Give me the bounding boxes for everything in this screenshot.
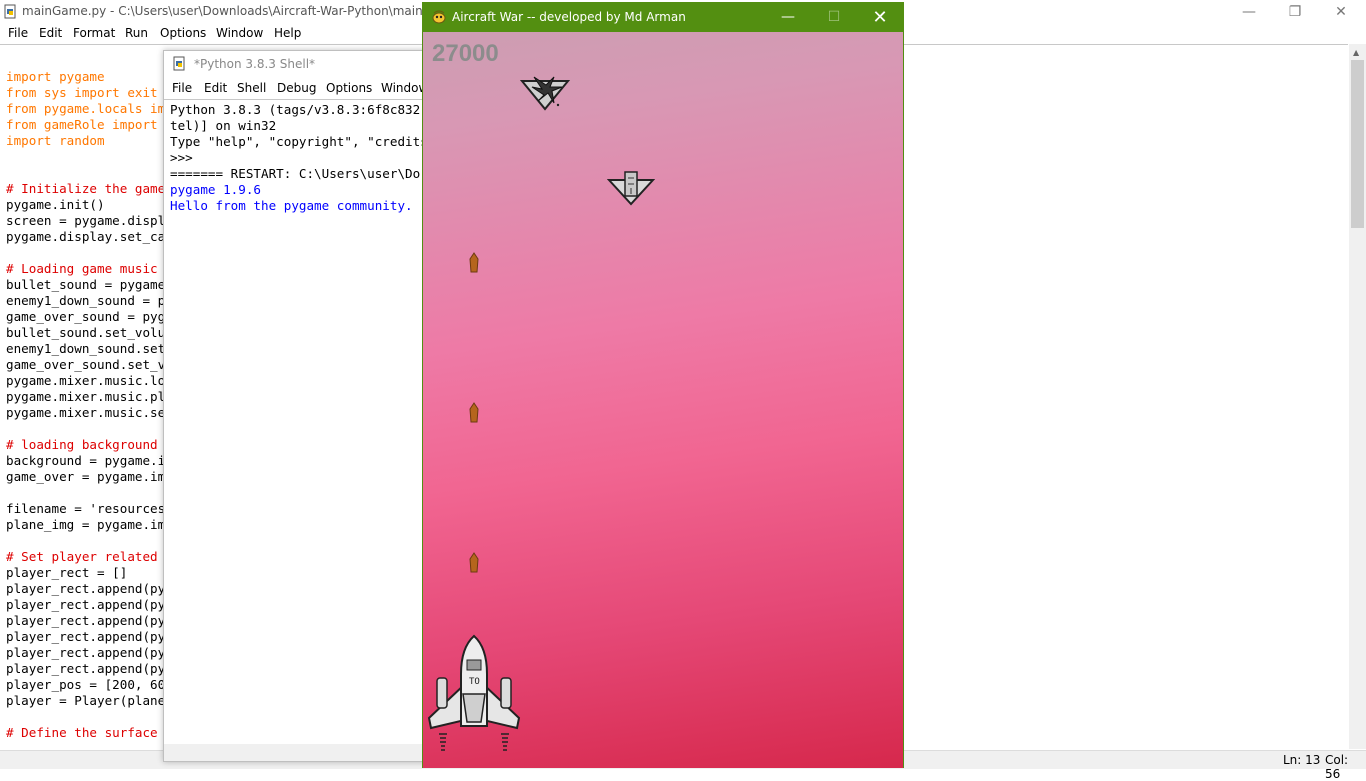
editor-vertical-scrollbar[interactable]: ▲ xyxy=(1349,44,1366,749)
code-line: player_rect.append(pyg xyxy=(6,581,173,596)
shell-output-line: >>> xyxy=(170,150,201,165)
code-line: pygame.display.set_cap xyxy=(6,229,173,244)
shell-menu-shell[interactable]: Shell xyxy=(237,81,266,95)
game-canvas[interactable]: 27000 TO xyxy=(423,32,903,768)
idle-file-icon xyxy=(4,4,16,19)
status-column: Col: 56 xyxy=(1325,753,1349,781)
close-button[interactable]: ✕ xyxy=(1318,0,1364,23)
game-maximize-button[interactable]: ☐ xyxy=(811,2,857,32)
shell-title: *Python 3.8.3 Shell* xyxy=(194,57,316,71)
shell-output-line: Hello from the pygame community. xyxy=(170,198,413,213)
code-line: # Define the surface xyxy=(6,725,158,740)
code-line: # loading background xyxy=(6,437,158,452)
python-shell-window[interactable]: *Python 3.8.3 Shell* File Edit Shell Deb… xyxy=(163,50,427,762)
shell-horizontal-scrollbar[interactable] xyxy=(164,744,426,761)
menu-options[interactable]: Options xyxy=(160,26,206,40)
enemy-plane-exploding xyxy=(520,76,570,111)
game-close-button[interactable]: ✕ xyxy=(857,2,903,32)
game-minimize-button[interactable]: — xyxy=(765,2,811,32)
code-line: bullet_sound.set_volume xyxy=(6,325,181,340)
code-line: pygame.mixer.music.set xyxy=(6,405,173,420)
menu-window[interactable]: Window xyxy=(216,26,263,40)
game-titlebar[interactable]: Aircraft War -- developed by Md Arman — … xyxy=(422,2,904,32)
code-line: plane_img = pygame.ima xyxy=(6,517,173,532)
code-line: player_rect.append(pyg xyxy=(6,661,173,676)
code-line: enemy1_down_sound.set_ xyxy=(6,341,173,356)
code-line: player_pos = [200, 600 xyxy=(6,677,173,692)
code-line: # Set player related xyxy=(6,549,158,564)
shell-titlebar[interactable]: *Python 3.8.3 Shell* xyxy=(164,51,426,76)
code-line: filename = 'resources xyxy=(6,501,166,516)
score-display: 27000 xyxy=(432,40,499,67)
code-line: # Loading game music xyxy=(6,261,158,276)
shell-menu-debug[interactable]: Debug xyxy=(277,81,316,95)
pygame-window[interactable]: Aircraft War -- developed by Md Arman — … xyxy=(422,2,904,768)
menu-run[interactable]: Run xyxy=(125,26,148,40)
code-line: enemy1_down_sound = pyg xyxy=(6,293,181,308)
code-line: import pygame xyxy=(6,69,105,84)
scroll-up-arrow-icon[interactable]: ▲ xyxy=(1353,48,1359,57)
code-line: player_rect.append(pyg xyxy=(6,613,173,628)
shell-menu-window[interactable]: Window xyxy=(381,81,426,95)
bullet xyxy=(469,402,479,423)
player-plane: TO xyxy=(427,634,521,751)
restore-button[interactable]: ❐ xyxy=(1272,0,1318,23)
editor-title: mainGame.py - C:\Users\user\Downloads\Ai… xyxy=(22,4,477,18)
bullet xyxy=(469,552,479,573)
code-line: player_rect = [] xyxy=(6,565,128,580)
shell-output[interactable]: Python 3.8.3 (tags/v3.8.3:6f8c832 tel)] o… xyxy=(164,99,426,745)
shell-menu-file[interactable]: File xyxy=(172,81,192,95)
bullet xyxy=(469,252,479,273)
code-line: player = Player(plane_ xyxy=(6,693,173,708)
scrollbar-thumb[interactable] xyxy=(1351,60,1364,228)
code-line: screen = pygame.display xyxy=(6,213,181,228)
shell-menu-options[interactable]: Options xyxy=(326,81,372,95)
code-line: import random xyxy=(6,133,105,148)
minimize-button[interactable]: — xyxy=(1226,0,1272,23)
shell-output-line: pygame 1.9.6 xyxy=(170,182,261,197)
code-line: player_rect.append(pyg xyxy=(6,629,173,644)
enemy-plane xyxy=(607,171,655,206)
shell-output-line: ======= RESTART: C:\Users\user\Do xyxy=(170,166,421,181)
shell-menubar: File Edit Shell Debug Options Window xyxy=(164,79,426,99)
shell-menu-edit[interactable]: Edit xyxy=(204,81,227,95)
code-line: player_rect.append(pyg xyxy=(6,597,173,612)
code-line: game_over_sound = pyga xyxy=(6,309,173,324)
menu-edit[interactable]: Edit xyxy=(39,26,62,40)
code-line: from gameRole import * xyxy=(6,117,173,132)
code-line: pygame.mixer.music.pla xyxy=(6,389,173,404)
shell-output-line: Type "help", "copyright", "credits xyxy=(170,134,427,149)
shell-output-line: tel)] on win32 xyxy=(170,118,277,133)
code-line: background = pygame.im xyxy=(6,453,173,468)
menu-format[interactable]: Format xyxy=(73,26,115,40)
code-line: game_over = pygame.ima xyxy=(6,469,173,484)
idle-file-icon xyxy=(173,56,185,71)
menu-help[interactable]: Help xyxy=(274,26,301,40)
game-title: Aircraft War -- developed by Md Arman xyxy=(452,10,686,24)
code-line: player_rect.append(pyg xyxy=(6,645,173,660)
code-line: pygame.init() xyxy=(6,197,105,212)
pygame-snake-icon xyxy=(432,10,446,24)
shell-output-line: Python 3.8.3 (tags/v3.8.3:6f8c832 xyxy=(170,102,421,117)
code-line: pygame.mixer.music.loa xyxy=(6,373,173,388)
code-line: game_over_sound.set_vo xyxy=(6,357,173,372)
menu-file[interactable]: File xyxy=(8,26,28,40)
code-line: from sys import exit xyxy=(6,85,158,100)
status-line: Ln: 13 xyxy=(1283,753,1321,767)
code-line: # Initialize the game xyxy=(6,181,166,196)
svg-text:TO: TO xyxy=(469,677,480,687)
